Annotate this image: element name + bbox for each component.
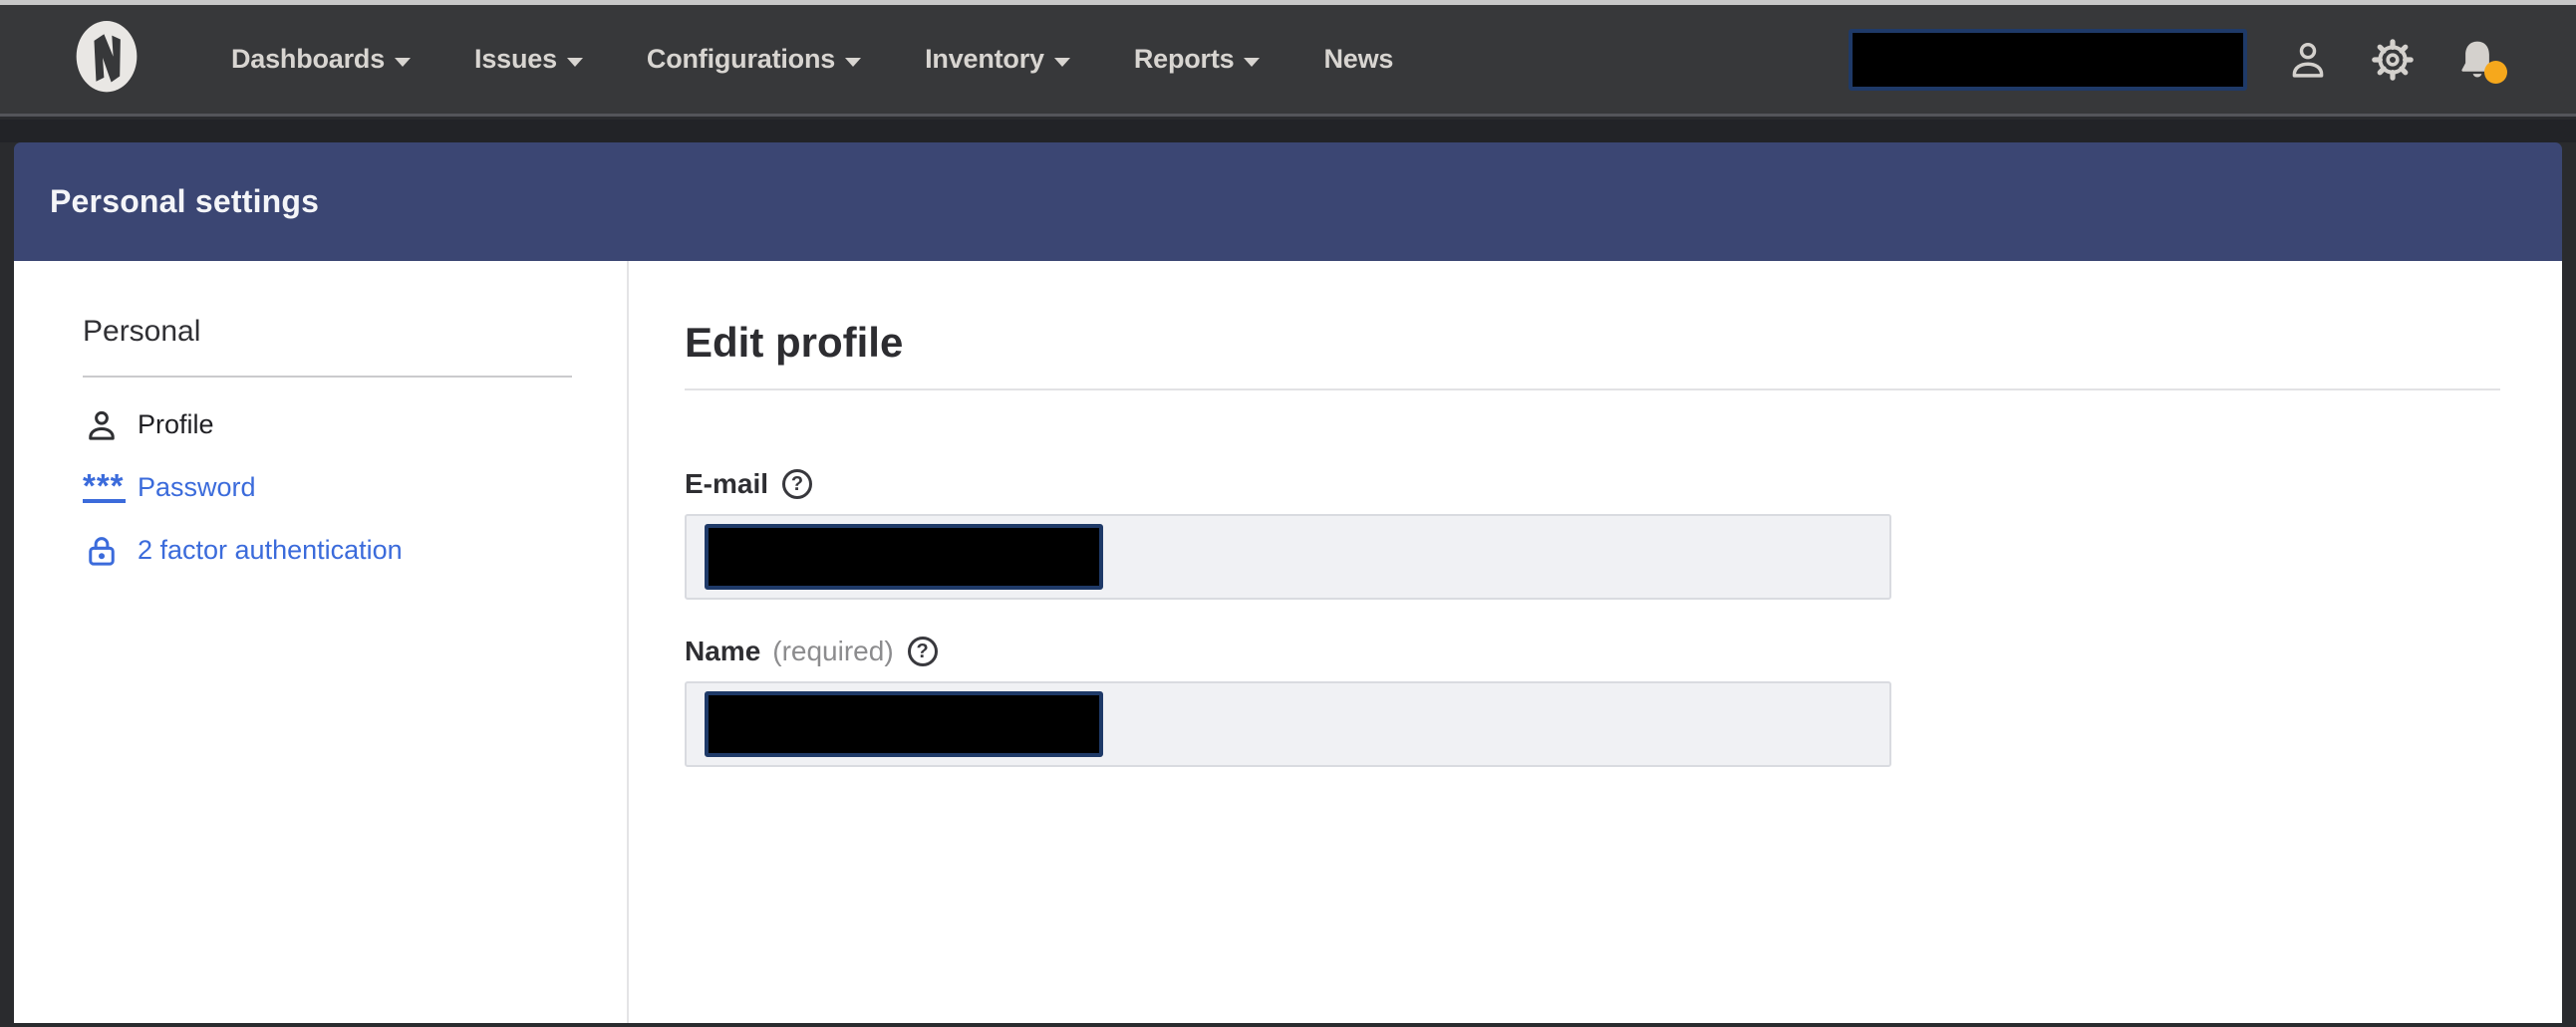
settings-gear-icon[interactable] [2369, 36, 2417, 84]
sidebar-item-password[interactable]: *** Password [83, 456, 627, 519]
sidebar-item-2fa[interactable]: 2 factor authentication [83, 519, 627, 582]
nav-item-issues[interactable]: Issues [474, 44, 583, 75]
redacted-email-value [705, 524, 1103, 590]
help-icon[interactable]: ? [908, 637, 938, 666]
notification-badge-dot [2484, 61, 2507, 84]
caret-down-icon [1244, 58, 1260, 67]
page-title: Personal settings [50, 183, 319, 220]
top-navigation-bar: Dashboards Issues Configurations Invento… [0, 5, 2576, 117]
caret-down-icon [845, 58, 861, 67]
name-form-group: Name (required) ? [685, 636, 2500, 767]
lock-icon [83, 532, 131, 570]
nav-item-news[interactable]: News [1323, 44, 1393, 75]
sidebar-menu: Profile *** Password 2 factor authentica… [83, 393, 627, 582]
sidebar-item-label: 2 factor authentication [138, 535, 403, 566]
logo-n-icon [74, 18, 140, 102]
nav-search-redacted-field[interactable] [1849, 29, 2247, 91]
help-icon[interactable]: ? [782, 469, 812, 499]
nav-item-dashboards[interactable]: Dashboards [231, 44, 411, 75]
name-input[interactable] [685, 681, 1891, 767]
email-label: E-mail [685, 468, 768, 500]
required-hint: (required) [772, 636, 893, 667]
settings-sidebar: Personal Profile *** Password [14, 261, 629, 1023]
caret-down-icon [1054, 58, 1070, 67]
content-area: Personal Profile *** Password [14, 261, 2562, 1023]
email-form-group: E-mail ? [685, 468, 2500, 600]
topbar-right-tools [1849, 29, 2500, 91]
content-title: Edit profile [685, 319, 2500, 367]
email-input[interactable] [685, 514, 1891, 600]
name-label: Name [685, 636, 760, 667]
page-banner: Personal settings [14, 142, 2562, 261]
sidebar-item-label: Profile [138, 409, 214, 440]
password-asterisks-icon: *** [83, 473, 126, 503]
user-account-icon[interactable] [2285, 37, 2331, 83]
nav-item-inventory[interactable]: Inventory [925, 44, 1070, 75]
content-divider [685, 388, 2500, 390]
main-menu: Dashboards Issues Configurations Invento… [231, 44, 1393, 75]
nav-item-reports[interactable]: Reports [1134, 44, 1261, 75]
user-icon [83, 406, 131, 444]
sidebar-item-profile[interactable]: Profile [83, 393, 627, 456]
sidebar-heading: Personal [83, 315, 627, 349]
sidebar-divider [83, 376, 572, 378]
caret-down-icon [395, 58, 411, 67]
edit-profile-panel: Edit profile E-mail ? Name (required) ? [629, 261, 2562, 1023]
nav-item-configurations[interactable]: Configurations [647, 44, 861, 75]
redacted-name-value [705, 691, 1103, 757]
caret-down-icon [567, 58, 583, 67]
page-background-gap [0, 120, 2576, 142]
notifications-bell-icon[interactable] [2454, 37, 2500, 83]
sidebar-item-label: Password [138, 472, 256, 503]
app-logo[interactable] [74, 18, 140, 102]
